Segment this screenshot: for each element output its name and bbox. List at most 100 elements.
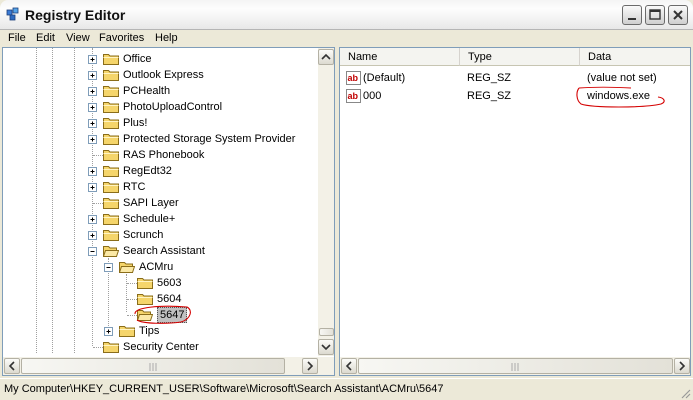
tree-node-label: ACMru <box>139 261 174 273</box>
tree-scroll-thumb[interactable] <box>319 328 334 336</box>
collapse-toggle[interactable] <box>88 247 97 256</box>
menu-view[interactable]: View <box>66 31 90 46</box>
tree-vertical-scrollbar[interactable] <box>318 48 334 356</box>
tree-node[interactable]: Search Assistant <box>3 243 313 259</box>
menu-help[interactable]: Help <box>155 31 178 46</box>
tree-node[interactable]: Office <box>3 51 313 67</box>
plus-icon <box>90 105 95 110</box>
menu-favorites[interactable]: Favorites <box>99 31 144 46</box>
window-title: Registry Editor <box>25 7 126 23</box>
plus-icon <box>90 233 95 238</box>
expand-toggle[interactable] <box>88 183 97 192</box>
folder-icon <box>103 134 119 145</box>
scroll-up-button[interactable] <box>318 49 334 65</box>
plus-icon <box>90 137 95 142</box>
tree-node[interactable]: RegEdt32 <box>3 163 313 179</box>
scroll-right-button[interactable] <box>674 358 690 374</box>
expand-toggle[interactable] <box>88 167 97 176</box>
folder-icon <box>103 198 119 209</box>
scroll-left-button[interactable] <box>341 358 357 374</box>
tree-node[interactable]: 5647 <box>3 305 313 324</box>
status-path: My Computer\HKEY_CURRENT_USER\Software\M… <box>4 383 444 395</box>
tree-guide-line <box>93 203 103 204</box>
folder-open-icon <box>119 262 135 273</box>
folder-icon <box>103 86 119 97</box>
maximize-icon <box>649 9 661 20</box>
tree-horizontal-scrollbar[interactable] <box>3 357 334 375</box>
expand-toggle[interactable] <box>88 215 97 224</box>
expand-toggle[interactable] <box>88 87 97 96</box>
folder-icon <box>137 278 153 289</box>
tree-node[interactable]: Security Center <box>3 339 313 355</box>
tree-node[interactable]: PhotoUploadControl <box>3 99 313 115</box>
expand-toggle[interactable] <box>88 55 97 64</box>
folder-icon <box>103 214 119 225</box>
column-header-name[interactable]: Name <box>340 48 460 66</box>
folder-icon <box>103 342 119 353</box>
folder-open-icon <box>103 246 119 257</box>
expand-toggle[interactable] <box>88 231 97 240</box>
scroll-left-button[interactable] <box>4 358 20 374</box>
expand-toggle[interactable] <box>88 71 97 80</box>
values-horizontal-scrollbar[interactable] <box>340 357 690 375</box>
tree-node[interactable]: Schedule+ <box>3 211 313 227</box>
tree-node[interactable]: Plus! <box>3 115 313 131</box>
tree-guide-line <box>127 299 137 300</box>
collapse-toggle[interactable] <box>104 263 113 272</box>
tree-node[interactable]: Protected Storage System Provider <box>3 131 313 147</box>
folder-icon <box>103 150 119 161</box>
arrow-right-icon <box>307 361 314 371</box>
scroll-down-button[interactable] <box>318 339 334 355</box>
tree-node-label: Office <box>123 53 152 65</box>
value-type: REG_SZ <box>467 72 512 84</box>
plus-icon <box>90 57 95 62</box>
tree-node[interactable]: Tips <box>3 323 313 339</box>
column-header-data[interactable]: Data <box>580 48 690 66</box>
minus-icon <box>90 251 95 252</box>
maximize-button[interactable] <box>645 5 665 25</box>
menu-edit[interactable]: Edit <box>36 31 55 46</box>
string-value-icon: ab <box>346 71 361 85</box>
tree-node-label: PhotoUploadControl <box>123 101 223 113</box>
minus-icon <box>106 267 111 268</box>
svg-text:ab: ab <box>348 73 359 83</box>
values-pane: Name Type Data ab (Default) REG_SZ (valu… <box>339 47 691 376</box>
tree-hscroll-thumb[interactable] <box>21 358 285 374</box>
value-name: 000 <box>363 90 382 102</box>
expand-toggle[interactable] <box>104 327 113 336</box>
menu-file[interactable]: File <box>8 31 26 46</box>
folder-icon <box>103 54 119 65</box>
resize-grip-icon[interactable] <box>679 387 691 399</box>
tree-node[interactable]: SAPI Layer <box>3 195 313 211</box>
expand-toggle[interactable] <box>88 103 97 112</box>
grip-icon <box>149 363 157 371</box>
string-value-icon: ab <box>346 89 361 103</box>
minimize-icon <box>628 18 636 20</box>
tree-node[interactable]: RTC <box>3 179 313 195</box>
tree-node[interactable]: Outlook Express <box>3 67 313 83</box>
tree-node[interactable]: Scrunch <box>3 227 313 243</box>
close-button[interactable] <box>668 5 688 25</box>
tree-node[interactable]: ACMru <box>3 259 313 275</box>
folder-icon <box>103 166 119 177</box>
values-hscroll-thumb[interactable] <box>358 358 673 374</box>
plus-icon <box>106 329 111 334</box>
tree-node-label: Plus! <box>123 117 148 129</box>
annotation-ellipse <box>576 86 665 108</box>
plus-icon <box>90 169 95 174</box>
tree-node[interactable]: PCHealth <box>3 83 313 99</box>
tree-node-label: RAS Phonebook <box>123 149 205 161</box>
minimize-button[interactable] <box>622 5 642 25</box>
folder-icon <box>103 182 119 193</box>
arrow-left-icon <box>8 361 15 371</box>
status-bar: My Computer\HKEY_CURRENT_USER\Software\M… <box>0 378 693 400</box>
tree-node[interactable]: 5603 <box>3 275 313 291</box>
tree-guide-line <box>93 155 103 156</box>
expand-toggle[interactable] <box>88 119 97 128</box>
tree-node[interactable]: RAS Phonebook <box>3 147 313 163</box>
scroll-right-button[interactable] <box>302 358 318 374</box>
tree-node-label: 5603 <box>157 277 182 289</box>
expand-toggle[interactable] <box>88 135 97 144</box>
column-header-type[interactable]: Type <box>460 48 580 66</box>
folder-icon <box>103 118 119 129</box>
